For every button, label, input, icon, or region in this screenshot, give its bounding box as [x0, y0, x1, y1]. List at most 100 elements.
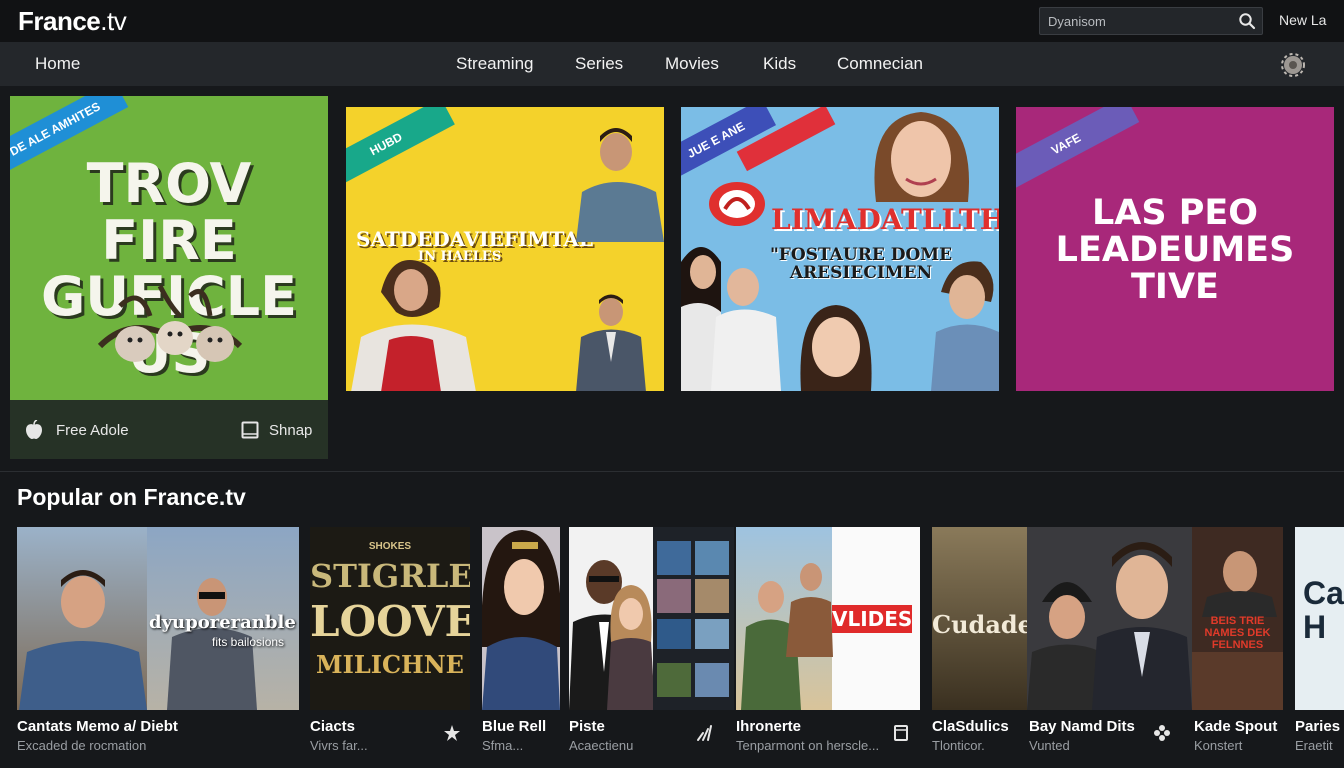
- logo-suffix: .tv: [100, 6, 127, 36]
- hero-title: LAS PEO LEADEUMES TIVE: [1016, 195, 1334, 305]
- poster-title-line-1: STIGRLE: [310, 557, 470, 595]
- star-icon[interactable]: [443, 724, 461, 742]
- card-subtitle: Tlonticor.: [932, 738, 985, 753]
- poster-card-3[interactable]: [482, 527, 560, 710]
- card-subtitle: Sfma...: [482, 738, 524, 753]
- grid-thumb: [657, 619, 691, 649]
- card-title[interactable]: Bay Namd Dits: [1029, 718, 1135, 735]
- crowd-scene: [1192, 652, 1283, 710]
- card-title[interactable]: Ihronerte: [736, 718, 801, 735]
- two-men-image: [741, 563, 833, 710]
- site-logo[interactable]: France.tv: [18, 6, 127, 37]
- grid-thumb: [695, 579, 729, 613]
- poster-title: dyuporeranble: [149, 612, 296, 633]
- poster-card-2[interactable]: SHOKES STIGRLE LOOVE MILICHNE: [310, 527, 470, 710]
- hero-title-line-1: LAS PEO: [1091, 193, 1259, 233]
- poster-card-6[interactable]: Cudade: [932, 527, 1027, 710]
- card-title[interactable]: Blue Rell: [482, 718, 546, 735]
- free-adole-link[interactable]: Free Adole: [56, 422, 129, 439]
- grid-thumb: [695, 619, 729, 649]
- card-title[interactable]: Cantats Memo a/ Diebt: [17, 718, 178, 735]
- hero-title-line-3: TIVE: [1131, 266, 1219, 307]
- top-bar: France.tv New La: [0, 0, 1344, 42]
- settings-gear-icon[interactable]: [1280, 52, 1306, 78]
- group-figures-image: [681, 247, 781, 391]
- poster-title-line-2: LOOVE: [310, 597, 470, 646]
- tablet-icon: [241, 421, 259, 439]
- card-subtitle: Acaectienu: [569, 738, 634, 753]
- photo-grid: [653, 527, 734, 710]
- new-label-link[interactable]: New La: [1279, 12, 1326, 28]
- card-title[interactable]: Paries: [1295, 718, 1340, 735]
- nav-movies[interactable]: Movies: [665, 54, 719, 74]
- card-subtitle: Vunted: [1029, 738, 1070, 753]
- card-subtitle: Tenparmont on herscle...: [736, 738, 880, 753]
- woman-front-image: [800, 305, 872, 391]
- hero-ribbon: VAFE: [1016, 107, 1140, 193]
- card-subtitle: Vivrs far...: [310, 738, 368, 753]
- poster-title-line-3: MILICHNE: [316, 650, 464, 679]
- poster-card-4[interactable]: [569, 527, 734, 710]
- nav-home[interactable]: Home: [35, 54, 80, 74]
- woman-portrait-image: [874, 112, 970, 202]
- hero-card-1-footer: Free Adole Shnap: [10, 400, 328, 459]
- hero-title-line-1: TROV FIRE: [86, 152, 252, 272]
- card-title[interactable]: Kade Spout: [1194, 718, 1277, 735]
- search-icon[interactable]: [1238, 12, 1256, 30]
- poster-card-1[interactable]: dyuporeranble fits bailosions: [17, 527, 299, 710]
- card-subtitle: Excaded de rocmation: [17, 738, 147, 753]
- hero-card-4[interactable]: VAFE LAS PEO LEADEUMES TIVE: [1016, 107, 1334, 391]
- man-figure-image: [576, 128, 664, 242]
- woman-curly-hair-image: [482, 530, 560, 710]
- nav-kids[interactable]: Kids: [763, 54, 796, 74]
- hero-title-line-1: LIMADATLLTH: [771, 203, 999, 236]
- section-title-popular: Popular on France.tv: [17, 484, 246, 510]
- poster-title: VLIDES: [832, 607, 913, 631]
- apple-icon: [26, 420, 42, 439]
- card-title[interactable]: Piste: [569, 718, 605, 735]
- hero-card-3[interactable]: JUE E ANE LIMADATLLTH "FOSTAURE DOME ARE…: [681, 107, 999, 391]
- bookmark-icon[interactable]: [892, 724, 910, 742]
- poster-title: BEIS TRIE NAMES DEK FELNNES: [1204, 615, 1271, 652]
- hero-ribbon: HUBD: [346, 107, 455, 191]
- hero-title: LIMADATLLTH: [771, 203, 999, 236]
- poster-title: Cudade: [932, 610, 1027, 639]
- poster-card-7[interactable]: [1027, 527, 1192, 710]
- poster-title: Ca H: [1303, 575, 1344, 645]
- section-divider: [0, 471, 1344, 472]
- search-input[interactable]: [1040, 8, 1230, 34]
- shnap-link[interactable]: Shnap: [269, 422, 312, 439]
- hero-card-1[interactable]: DE ALE AMHITES TROV FIRE GUFICLE US: [10, 96, 328, 401]
- man-right-image: [931, 261, 999, 391]
- man-in-suit-image: [1092, 542, 1192, 710]
- nav-comnecian[interactable]: Comnecian: [837, 54, 923, 74]
- flower-icon[interactable]: [1153, 724, 1171, 742]
- search-box: [1039, 7, 1263, 35]
- poster-card-5[interactable]: VLIDES: [736, 527, 920, 710]
- card-title[interactable]: ClaSdulics: [932, 718, 1009, 735]
- grid-thumb: [657, 663, 691, 697]
- card-title[interactable]: Ciacts: [310, 718, 355, 735]
- logo-main: France: [18, 6, 101, 36]
- poster-card-9[interactable]: Ca H: [1295, 527, 1344, 710]
- nav-streaming[interactable]: Streaming: [456, 54, 533, 74]
- hero-card-2[interactable]: HUBD SATDEDAVIEFIMTAL IN HAELES: [346, 107, 664, 391]
- signal-bars-icon[interactable]: [695, 724, 713, 742]
- grid-thumb: [695, 541, 729, 575]
- poster-kicker: SHOKES: [368, 541, 412, 552]
- main-nav: Home Streaming Series Movies Kids Comnec…: [0, 42, 1344, 86]
- woman-figure-image: [351, 260, 476, 391]
- card-subtitle: Eraetit: [1295, 738, 1333, 753]
- poster-subtitle: fits bailosions: [212, 635, 285, 649]
- red-emblem-icon: [709, 182, 765, 226]
- card-subtitle: Konstert: [1194, 738, 1243, 753]
- grid-thumb: [657, 541, 691, 575]
- creature-illustration: [97, 284, 243, 362]
- man-denim-image: [19, 570, 147, 710]
- poster-card-8[interactable]: BEIS TRIE NAMES DEK FELNNES: [1192, 527, 1283, 710]
- nav-series[interactable]: Series: [575, 54, 623, 74]
- woman-blonde-image: [607, 585, 655, 710]
- grid-thumb: [657, 579, 691, 613]
- man-in-suit-image: [576, 294, 646, 391]
- grid-thumb: [695, 663, 729, 697]
